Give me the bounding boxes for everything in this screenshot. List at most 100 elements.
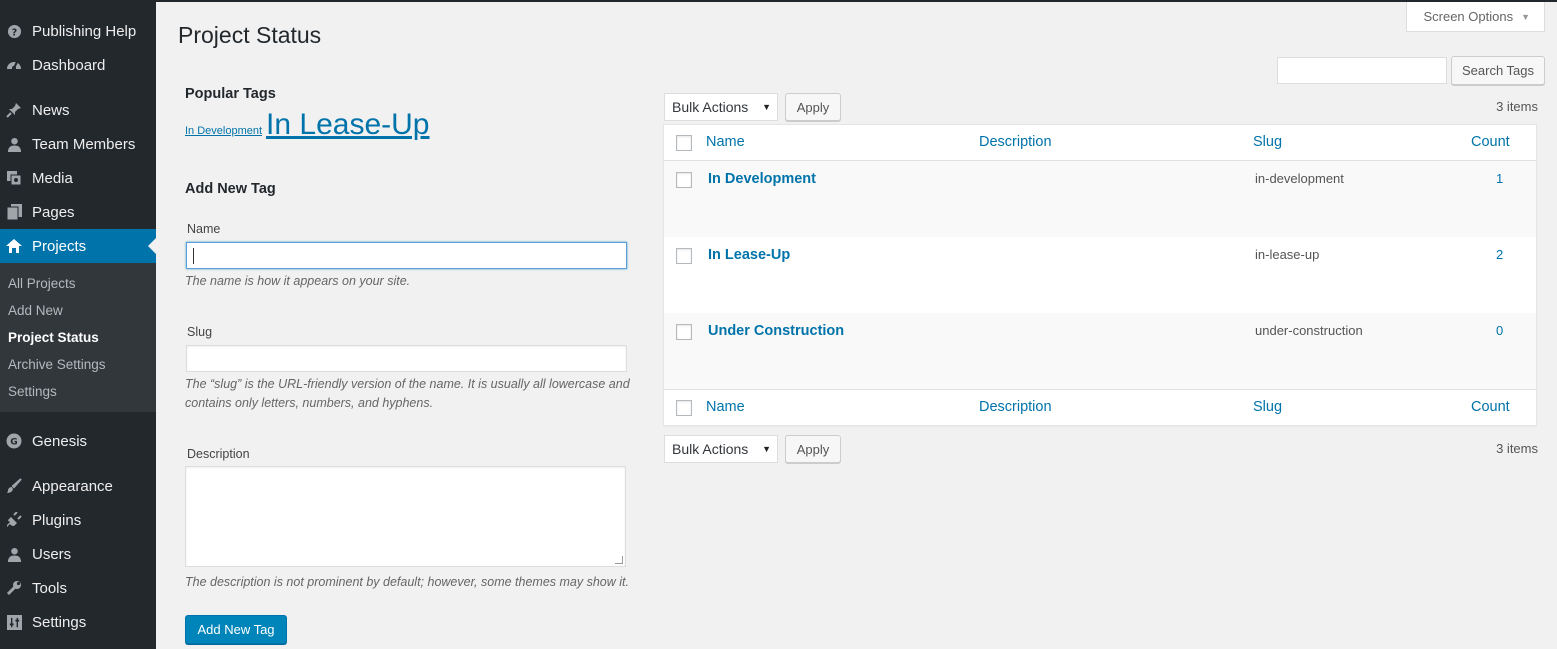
select-all-checkbox[interactable]	[676, 135, 692, 151]
items-count: 3 items	[1496, 441, 1538, 456]
column-footer-name[interactable]: Name	[706, 399, 745, 415]
page-title: Project Status	[178, 22, 322, 48]
table-footer: Name Description Slug Count	[664, 389, 1536, 425]
submenu-add-new[interactable]: Add New	[0, 297, 156, 324]
add-new-tag-button[interactable]: Add New Tag	[185, 615, 287, 644]
row-checkbox[interactable]	[676, 172, 692, 188]
submenu-archive-settings[interactable]: Archive Settings	[0, 351, 156, 378]
description-help-text: The description is not prominent by defa…	[185, 575, 629, 589]
menu-users[interactable]: Users	[0, 537, 156, 571]
tag-cloud: In Development In Lease-Up	[185, 108, 429, 142]
name-input[interactable]	[186, 242, 627, 269]
submenu-settings[interactable]: Settings	[0, 378, 156, 405]
menu-label: Media	[32, 169, 73, 187]
tag-cloud-link[interactable]: In Lease-Up	[266, 108, 429, 142]
row-name-link[interactable]: Under Construction	[708, 323, 844, 339]
slug-input[interactable]	[186, 345, 627, 372]
row-slug: in-lease-up	[1255, 247, 1320, 262]
search-tags-button[interactable]: Search Tags	[1451, 56, 1545, 85]
projects-submenu: All Projects Add New Project Status Arch…	[0, 263, 156, 412]
slug-label: Slug	[187, 325, 213, 339]
menu-plugins[interactable]: Plugins	[0, 503, 156, 537]
menu-label: Dashboard	[32, 56, 106, 74]
row-slug: under-construction	[1255, 323, 1363, 338]
brush-icon	[6, 478, 22, 494]
wrench-icon	[6, 580, 22, 596]
row-checkbox[interactable]	[676, 248, 692, 264]
genesis-icon: G	[6, 433, 22, 449]
menu-label: Users	[32, 545, 72, 563]
row-count-link[interactable]: 0	[1496, 323, 1503, 338]
row-slug: in-development	[1255, 171, 1344, 186]
menu-settings[interactable]: Settings	[0, 605, 156, 639]
menu-news[interactable]: News	[0, 93, 156, 127]
menu-label: News	[32, 101, 70, 119]
home-icon	[6, 238, 22, 254]
bulk-actions-select[interactable]: Bulk Actions ▼	[664, 93, 778, 121]
row-count-link[interactable]: 2	[1496, 247, 1503, 262]
menu-tools[interactable]: Tools	[0, 571, 156, 605]
column-header-slug[interactable]: Slug	[1253, 134, 1282, 150]
select-all-checkbox[interactable]	[676, 400, 692, 416]
menu-genesis[interactable]: G Genesis	[0, 424, 156, 458]
menu-appearance[interactable]: Appearance	[0, 469, 156, 503]
column-footer-slug[interactable]: Slug	[1253, 399, 1282, 415]
apply-button[interactable]: Apply	[785, 93, 841, 121]
row-name-link[interactable]: In Development	[708, 171, 816, 187]
screen-options-button[interactable]: Screen Options ▼	[1406, 2, 1545, 32]
column-header-name[interactable]: Name	[706, 134, 745, 150]
bulk-actions-select-bottom[interactable]: Bulk Actions ▼	[664, 435, 778, 463]
user-icon	[6, 136, 22, 152]
media-icon	[6, 170, 22, 186]
column-header-description[interactable]: Description	[979, 134, 1052, 150]
pages-icon	[6, 204, 22, 220]
menu-label: Genesis	[32, 432, 88, 450]
name-label: Name	[187, 222, 221, 236]
menu-team-members[interactable]: Team Members	[0, 127, 156, 161]
menu-label: Appearance	[32, 477, 113, 495]
column-footer-count[interactable]: Count	[1471, 399, 1510, 415]
svg-text:?: ?	[11, 27, 16, 38]
tag-cloud-link[interactable]: In Development	[185, 125, 262, 137]
admin-sidebar: ? Publishing Help Dashboard News Team Me…	[0, 0, 156, 649]
popular-tags-heading: Popular Tags	[185, 86, 276, 102]
menu-label: Pages	[32, 203, 75, 221]
description-label: Description	[187, 447, 250, 461]
row-name-link[interactable]: In Lease-Up	[708, 247, 790, 263]
menu-projects[interactable]: Projects	[0, 229, 156, 263]
plugin-icon	[6, 512, 22, 528]
menu-label: Publishing Help	[32, 22, 137, 40]
column-footer-description[interactable]: Description	[979, 399, 1052, 415]
pin-icon	[6, 102, 22, 118]
submenu-project-status[interactable]: Project Status	[0, 324, 156, 351]
screen-options-label: Screen Options	[1423, 9, 1514, 24]
menu-label: Tools	[32, 579, 68, 597]
row-count-link[interactable]: 1	[1496, 171, 1503, 186]
name-help-text: The name is how it appears on your site.	[185, 274, 411, 288]
menu-label: Team Members	[32, 135, 136, 153]
table-row: In Development in-development 1	[664, 161, 1536, 237]
slug-help-text: The “slug” is the URL-friendly version o…	[185, 377, 630, 391]
add-new-tag-heading: Add New Tag	[185, 181, 276, 197]
resize-grip-icon[interactable]	[615, 556, 623, 564]
dropdown-arrow-icon: ▼	[762, 444, 771, 454]
bulk-actions-value: Bulk Actions	[672, 99, 749, 115]
submenu-all-projects[interactable]: All Projects	[0, 270, 156, 297]
menu-publishing-help[interactable]: ? Publishing Help	[0, 14, 156, 48]
svg-text:G: G	[10, 438, 17, 448]
items-count: 3 items	[1496, 99, 1538, 114]
table-header: Name Description Slug Count	[664, 125, 1536, 161]
menu-pages[interactable]: Pages	[0, 195, 156, 229]
menu-media[interactable]: Media	[0, 161, 156, 195]
search-input[interactable]	[1277, 57, 1447, 84]
dashboard-icon	[6, 57, 22, 73]
menu-label: Plugins	[32, 511, 82, 529]
dropdown-arrow-icon: ▼	[762, 102, 771, 112]
table-row: In Lease-Up in-lease-up 2	[664, 237, 1536, 313]
description-textarea[interactable]	[185, 466, 626, 567]
row-checkbox[interactable]	[676, 324, 692, 340]
user-icon	[6, 546, 22, 562]
apply-button-bottom[interactable]: Apply	[785, 435, 841, 463]
menu-dashboard[interactable]: Dashboard	[0, 48, 156, 82]
column-header-count[interactable]: Count	[1471, 134, 1510, 150]
